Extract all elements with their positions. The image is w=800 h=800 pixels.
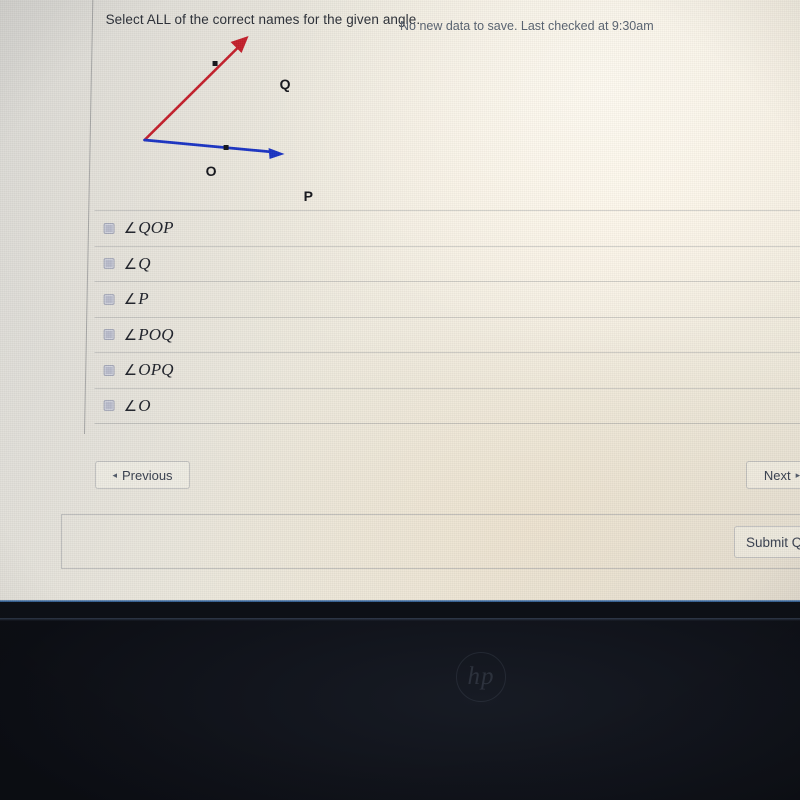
previous-button[interactable]: ◂ Previous	[95, 461, 190, 489]
previous-button-label: Previous	[121, 467, 173, 483]
next-button-label: Next	[763, 467, 791, 483]
answer-option-row[interactable]: ∠O	[94, 387, 800, 423]
option-name-text: Q	[138, 253, 151, 273]
option-checkbox[interactable]	[103, 293, 115, 305]
option-checkbox[interactable]	[103, 258, 115, 270]
angle-symbol-icon: ∠	[123, 396, 138, 415]
answer-options-list: ∠QOP ∠Q ∠P ∠POQ ∠OPQ ∠O	[94, 210, 800, 424]
ray-op-arrowhead	[268, 148, 285, 159]
point-marker-q	[212, 61, 218, 66]
option-name-text: O	[138, 395, 151, 415]
answer-option-row[interactable]: ∠OPQ	[94, 352, 800, 388]
angle-diagram-svg	[143, 36, 285, 159]
option-label: ∠QOP	[124, 218, 174, 238]
answer-option-row[interactable]: ∠POQ	[94, 316, 800, 352]
angle-symbol-icon: ∠	[123, 219, 138, 238]
laptop-screen-photo: Select ALL of the correct names for the …	[0, 0, 800, 800]
option-label: ∠O	[124, 396, 151, 416]
save-status-text: No new data to save. Last checked at 9:3…	[400, 19, 654, 33]
angle-diagram: O Q P	[94, 20, 404, 204]
option-name-text: POQ	[138, 324, 174, 344]
vertex-label-o: O	[205, 163, 217, 179]
option-label: ∠POQ	[124, 325, 174, 345]
next-button[interactable]: Next ▸	[746, 461, 800, 489]
caret-right-icon: ▸	[795, 469, 800, 480]
os-taskbar[interactable]	[0, 600, 800, 602]
bezel-top-edge	[0, 618, 800, 621]
point-marker-p	[223, 145, 229, 150]
angle-symbol-icon: ∠	[123, 361, 138, 380]
save-status-bar	[61, 514, 800, 569]
option-checkbox[interactable]	[103, 222, 115, 234]
point-label-q: Q	[279, 76, 291, 92]
option-checkbox[interactable]	[103, 364, 115, 376]
point-label-p: P	[303, 188, 313, 204]
option-checkbox[interactable]	[103, 329, 115, 341]
laptop-display: Select ALL of the correct names for the …	[0, 0, 800, 602]
option-label: ∠P	[124, 289, 149, 309]
option-name-text: P	[138, 289, 149, 309]
option-name-text: OPQ	[138, 360, 174, 380]
quiz-page: Select ALL of the correct names for the …	[0, 0, 800, 602]
caret-left-icon: ◂	[112, 469, 117, 480]
answer-option-row[interactable]: ∠P	[94, 281, 800, 317]
angle-symbol-icon: ∠	[123, 325, 138, 344]
ray-oq-line	[143, 40, 245, 142]
angle-symbol-icon: ∠	[123, 290, 138, 309]
option-label: ∠OPQ	[124, 360, 174, 380]
option-checkbox[interactable]	[103, 400, 115, 412]
option-label: ∠Q	[124, 254, 151, 274]
option-name-text: QOP	[138, 218, 174, 238]
angle-symbol-icon: ∠	[123, 254, 138, 273]
hp-logo: hp	[456, 652, 506, 702]
laptop-bezel	[0, 618, 800, 800]
submit-quiz-button[interactable]: Submit Q	[734, 526, 800, 558]
question-card: Select ALL of the correct names for the …	[84, 0, 800, 434]
answer-option-row[interactable]: ∠Q	[94, 245, 800, 281]
ray-op-line	[143, 138, 274, 154]
answer-option-row[interactable]: ∠QOP	[94, 210, 800, 246]
